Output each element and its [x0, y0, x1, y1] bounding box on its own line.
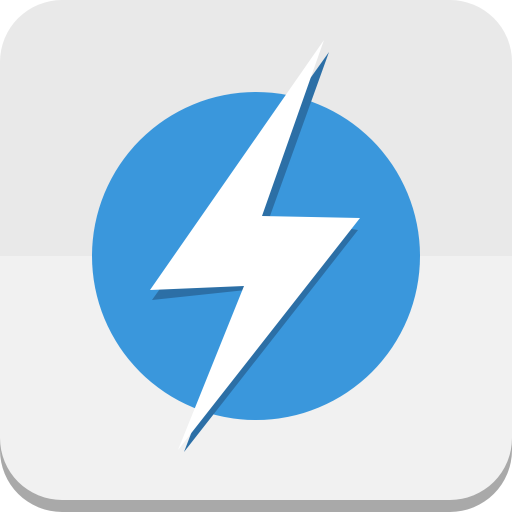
app-icon: [0, 0, 512, 512]
app-icon-graphic: [0, 0, 512, 512]
